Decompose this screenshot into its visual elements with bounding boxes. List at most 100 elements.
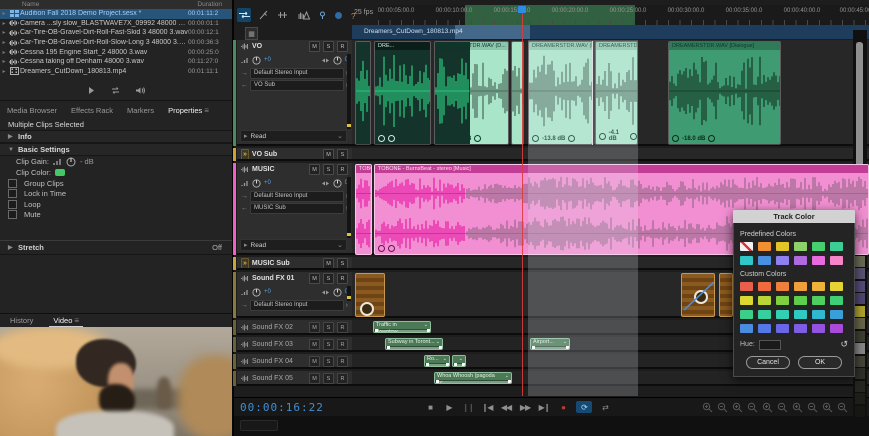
clip-name: DREAMERSTDR.WAV [Dialogue]: [669, 42, 780, 50]
audio-clip-fx-green[interactable]: Ro... ⌄: [424, 355, 450, 367]
color-swatch[interactable]: [740, 282, 753, 291]
clip-gain-knob[interactable]: [438, 135, 445, 142]
clip-waveform: [669, 42, 780, 144]
clip-fx-knob[interactable]: [630, 132, 637, 140]
color-swatch[interactable]: [776, 242, 789, 251]
color-swatch[interactable]: [794, 310, 807, 319]
clip-waveform: [529, 42, 592, 144]
color-swatch[interactable]: [812, 324, 825, 333]
clip-gain-value: -17.6 dB: [448, 135, 472, 142]
color-swatch[interactable]: [758, 310, 771, 319]
color-swatch[interactable]: [812, 310, 825, 319]
clip-waveform: [470, 42, 508, 144]
audio-clip-fx-green[interactable]: Whoa Whoosh (pagoda ec... ⌄: [434, 372, 512, 384]
color-swatch[interactable]: [830, 310, 843, 319]
clip-knobs[interactable]: [378, 245, 395, 252]
audio-clip-fx-orange[interactable]: [719, 273, 733, 317]
clip-fx-knob[interactable]: [474, 135, 482, 142]
color-swatch[interactable]: [830, 296, 843, 305]
clip-gain-knob[interactable]: [672, 135, 679, 142]
clip-waveform: [435, 42, 470, 144]
color-swatch[interactable]: [830, 282, 843, 291]
audio-clip-fx-orange[interactable]: [355, 273, 385, 317]
clip-name: DREAMERSTDR...: [596, 42, 637, 50]
clip-gain-indicator[interactable]: -13.8 dB: [532, 135, 576, 142]
color-swatch[interactable]: [776, 282, 789, 291]
clip-fx-knob[interactable]: [568, 135, 576, 142]
color-swatch[interactable]: [740, 256, 753, 265]
audio-clip-vo[interactable]: DREAMERSTDR.WAV (Di... -13.8 dB: [528, 41, 593, 145]
clip-name: TOBONE...: [356, 165, 371, 173]
color-swatch[interactable]: [812, 256, 825, 265]
color-swatch[interactable]: [794, 324, 807, 333]
audio-clip-vo[interactable]: DREAMERSTDR.WAV [Dialogue] -18.0 dB: [668, 41, 781, 145]
ok-button[interactable]: OK: [798, 356, 842, 369]
clip-name: DRE...: [375, 42, 430, 50]
color-swatch[interactable]: [812, 282, 825, 291]
reset-icon[interactable]: ↺: [840, 339, 848, 350]
clip-gain-knob[interactable]: [532, 135, 539, 142]
color-swatch[interactable]: [794, 242, 807, 251]
audio-clip-fx-green[interactable]: ⌄: [452, 355, 466, 367]
stereo-lane: [375, 175, 868, 212]
crossfade-line: [592, 41, 593, 145]
color-swatch[interactable]: [830, 324, 843, 333]
hue-label: Hue:: [740, 341, 755, 348]
clip-gain-knob[interactable]: [599, 132, 606, 140]
audio-clip-vo[interactable]: DREAMERSTDR.WAV (D... -17.6 dB: [434, 41, 509, 145]
audio-clip-vo[interactable]: DRE...: [374, 41, 431, 145]
color-swatch[interactable]: [776, 310, 789, 319]
clip-gain-indicator[interactable]: -17.6 dB: [438, 135, 482, 142]
color-swatch[interactable]: [812, 242, 825, 251]
color-swatch[interactable]: [758, 324, 771, 333]
color-swatch[interactable]: [758, 242, 771, 251]
stereo-lane: [356, 215, 371, 252]
stereo-lane: [356, 175, 371, 212]
clip-gain-knob[interactable]: [360, 302, 374, 316]
hue-input[interactable]: [758, 339, 781, 350]
color-swatch-none[interactable]: [740, 242, 753, 251]
clip-fx-knob[interactable]: [708, 135, 716, 142]
color-swatch[interactable]: [776, 256, 789, 265]
clip-gain-value: -18.0 dB: [682, 135, 706, 142]
clip-knobs[interactable]: [378, 135, 395, 142]
clip-gain-indicator[interactable]: -4.1 dB: [599, 130, 637, 142]
custom-colors-label: Custom Colors: [740, 271, 787, 278]
playhead-handle[interactable]: [518, 6, 526, 13]
color-swatch[interactable]: [794, 282, 807, 291]
audio-clip-vo[interactable]: [355, 41, 371, 145]
color-swatch[interactable]: [740, 310, 753, 319]
cancel-button[interactable]: Cancel: [746, 356, 790, 369]
color-swatch[interactable]: [758, 256, 771, 265]
color-swatch[interactable]: [758, 296, 771, 305]
predefined-colors-label: Predefined Colors: [740, 231, 797, 238]
audio-clip-fx-orange[interactable]: [681, 273, 715, 317]
color-swatch[interactable]: [794, 256, 807, 265]
color-swatch[interactable]: [830, 256, 843, 265]
clip-gain-value: -13.8 dB: [542, 135, 566, 142]
color-swatch[interactable]: [740, 296, 753, 305]
audio-clip-fx-green[interactable]: Airport... ⌄: [530, 338, 570, 350]
dialog-title[interactable]: Track Color: [733, 210, 855, 223]
custom-colors-grid: [740, 282, 848, 333]
clip-gain-indicator[interactable]: -18.0 dB: [672, 135, 716, 142]
color-swatch[interactable]: [758, 282, 771, 291]
clip-name: DREAMERSTDR.WAV (D...: [435, 42, 508, 50]
audio-clip-fx-green[interactable]: Subway in Toront... ⌄: [385, 338, 443, 350]
color-swatch[interactable]: [776, 296, 789, 305]
clip-waveform: [375, 42, 430, 144]
clip-name: DREAMERSTDR.WAV (Di...: [529, 42, 592, 50]
track-color-dialog: Track Color Predefined Colors Custom Col…: [733, 210, 855, 377]
playhead-line: [522, 12, 523, 396]
audio-clip-fx-green[interactable]: Traffic in downtow... ⌄: [373, 321, 431, 333]
color-swatch[interactable]: [794, 296, 807, 305]
predefined-colors-grid: [740, 242, 848, 265]
color-swatch[interactable]: [812, 296, 825, 305]
color-swatch[interactable]: [740, 324, 753, 333]
audition-window: Name Duration ▸ Audition Fall 2018 Demo P…: [0, 0, 869, 436]
color-swatch[interactable]: [830, 242, 843, 251]
clip-gain-value: -4.1 dB: [608, 130, 620, 142]
audio-clip-music[interactable]: TOBONE...: [355, 164, 372, 255]
audio-clip-vo[interactable]: DREAMERSTDR... -4.1 dB: [595, 41, 638, 145]
color-swatch[interactable]: [776, 324, 789, 333]
